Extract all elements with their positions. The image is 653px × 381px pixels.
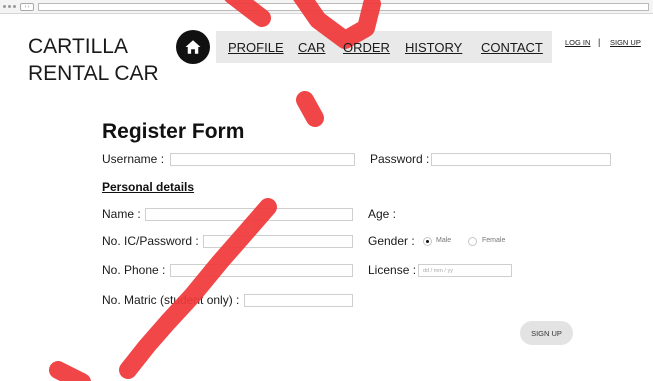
back-forward-arrows-icon[interactable]: ‹ › (20, 3, 34, 11)
password-label: Password : (370, 152, 430, 166)
signup-button[interactable]: SIGN UP (520, 321, 573, 345)
gender-female-radio[interactable] (468, 237, 477, 246)
nav-history-link[interactable]: HISTORY (405, 40, 462, 55)
watermark-stroke-4 (119, 198, 277, 379)
gender-male-radio[interactable] (423, 237, 432, 246)
age-label: Age : (368, 207, 397, 221)
brand-line-2: RENTAL CAR (28, 62, 159, 85)
watermark-stroke-5 (49, 361, 91, 381)
license-date-input[interactable] (418, 264, 512, 277)
watermark-stroke-3 (296, 91, 324, 127)
browser-toolbar: ‹ › (0, 0, 653, 14)
ic-input[interactable] (203, 235, 353, 248)
login-link[interactable]: LOG IN (565, 38, 590, 47)
close-window-dot[interactable] (3, 5, 6, 8)
brand-line-1: CARTILLA (28, 35, 128, 58)
name-label: Name : (102, 207, 141, 221)
nav-contact-link[interactable]: CONTACT (481, 40, 543, 55)
phone-label: No. Phone : (102, 263, 166, 277)
personal-details-heading: Personal details (102, 180, 195, 194)
nav-profile-link[interactable]: PROFILE (228, 40, 284, 55)
signup-link[interactable]: SIGN UP (610, 38, 641, 47)
license-label: License : (368, 263, 417, 277)
maximize-window-dot[interactable] (13, 5, 16, 8)
ic-label: No. IC/Password : (102, 234, 199, 248)
phone-input[interactable] (170, 264, 353, 277)
nav-order-link[interactable]: ORDER (343, 40, 390, 55)
brand-logo-text: CARTILLA RENTAL CAR (28, 33, 178, 87)
nav-car-link[interactable]: CAR (298, 40, 325, 55)
minimize-window-dot[interactable] (8, 5, 11, 8)
password-input[interactable] (431, 153, 611, 166)
address-bar[interactable] (38, 3, 649, 11)
username-label: Username : (102, 152, 165, 166)
home-button[interactable] (176, 30, 210, 64)
name-input[interactable] (145, 208, 353, 221)
username-input[interactable] (170, 153, 355, 166)
gender-female-label: Female (482, 237, 506, 244)
page-title: Register Form (102, 120, 245, 143)
gender-label: Gender : (368, 234, 415, 248)
matric-input[interactable] (244, 294, 353, 307)
gender-male-label: Male (436, 237, 452, 244)
window-controls (3, 5, 16, 8)
matric-label: No. Matric (student only) : (102, 293, 240, 307)
home-icon (185, 40, 201, 54)
auth-separator: | (598, 37, 601, 47)
